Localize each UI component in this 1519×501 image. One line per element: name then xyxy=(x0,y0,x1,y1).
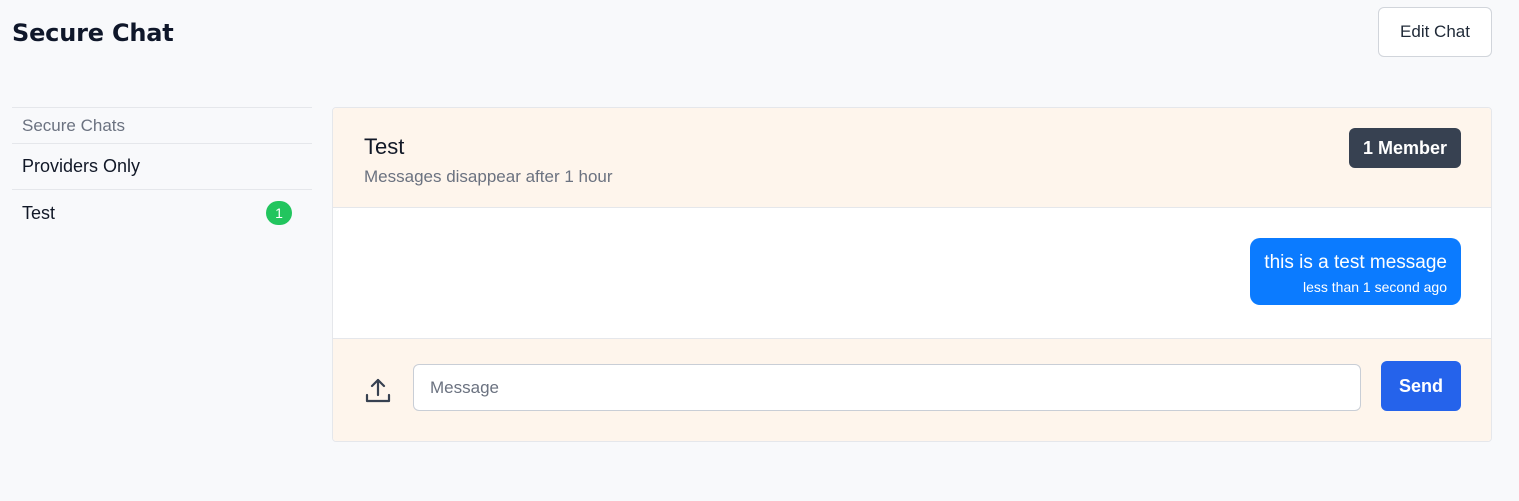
chat-title: Test xyxy=(364,134,405,159)
sidebar-item-label: Test xyxy=(22,202,56,223)
message-timestamp: less than 1 second ago xyxy=(1303,279,1447,295)
sidebar-item-label: Providers Only xyxy=(22,156,141,176)
send-button[interactable]: Send xyxy=(1381,361,1461,411)
sidebar-item-test[interactable]: Test 1 xyxy=(12,190,312,236)
sidebar-heading: Secure Chats xyxy=(12,107,312,144)
message-text: this is a test message xyxy=(1264,252,1447,273)
member-count-badge: 1 Member xyxy=(1348,128,1461,168)
message-bubble-outgoing: this is a test message less than 1 secon… xyxy=(1250,238,1461,305)
page-title: Secure Chat xyxy=(12,19,174,47)
secure-chat-page: Secure Chat Edit Chat Secure Chats Provi… xyxy=(0,0,1519,501)
unread-count-badge: 1 xyxy=(266,201,292,225)
sidebar-item-providers-only[interactable]: Providers Only xyxy=(12,144,312,190)
chat-subtitle: Messages disappear after 1 hour xyxy=(364,167,613,186)
upload-icon[interactable] xyxy=(365,377,391,405)
message-composer: Send xyxy=(333,339,1491,441)
edit-chat-button[interactable]: Edit Chat xyxy=(1378,7,1492,57)
chat-list-sidebar: Secure Chats Providers Only Test 1 xyxy=(12,107,312,236)
chat-panel: Test Messages disappear after 1 hour 1 M… xyxy=(332,107,1492,442)
message-input[interactable] xyxy=(413,364,1361,411)
chat-header: Test Messages disappear after 1 hour 1 M… xyxy=(333,108,1491,208)
message-list: this is a test message less than 1 secon… xyxy=(333,208,1491,339)
